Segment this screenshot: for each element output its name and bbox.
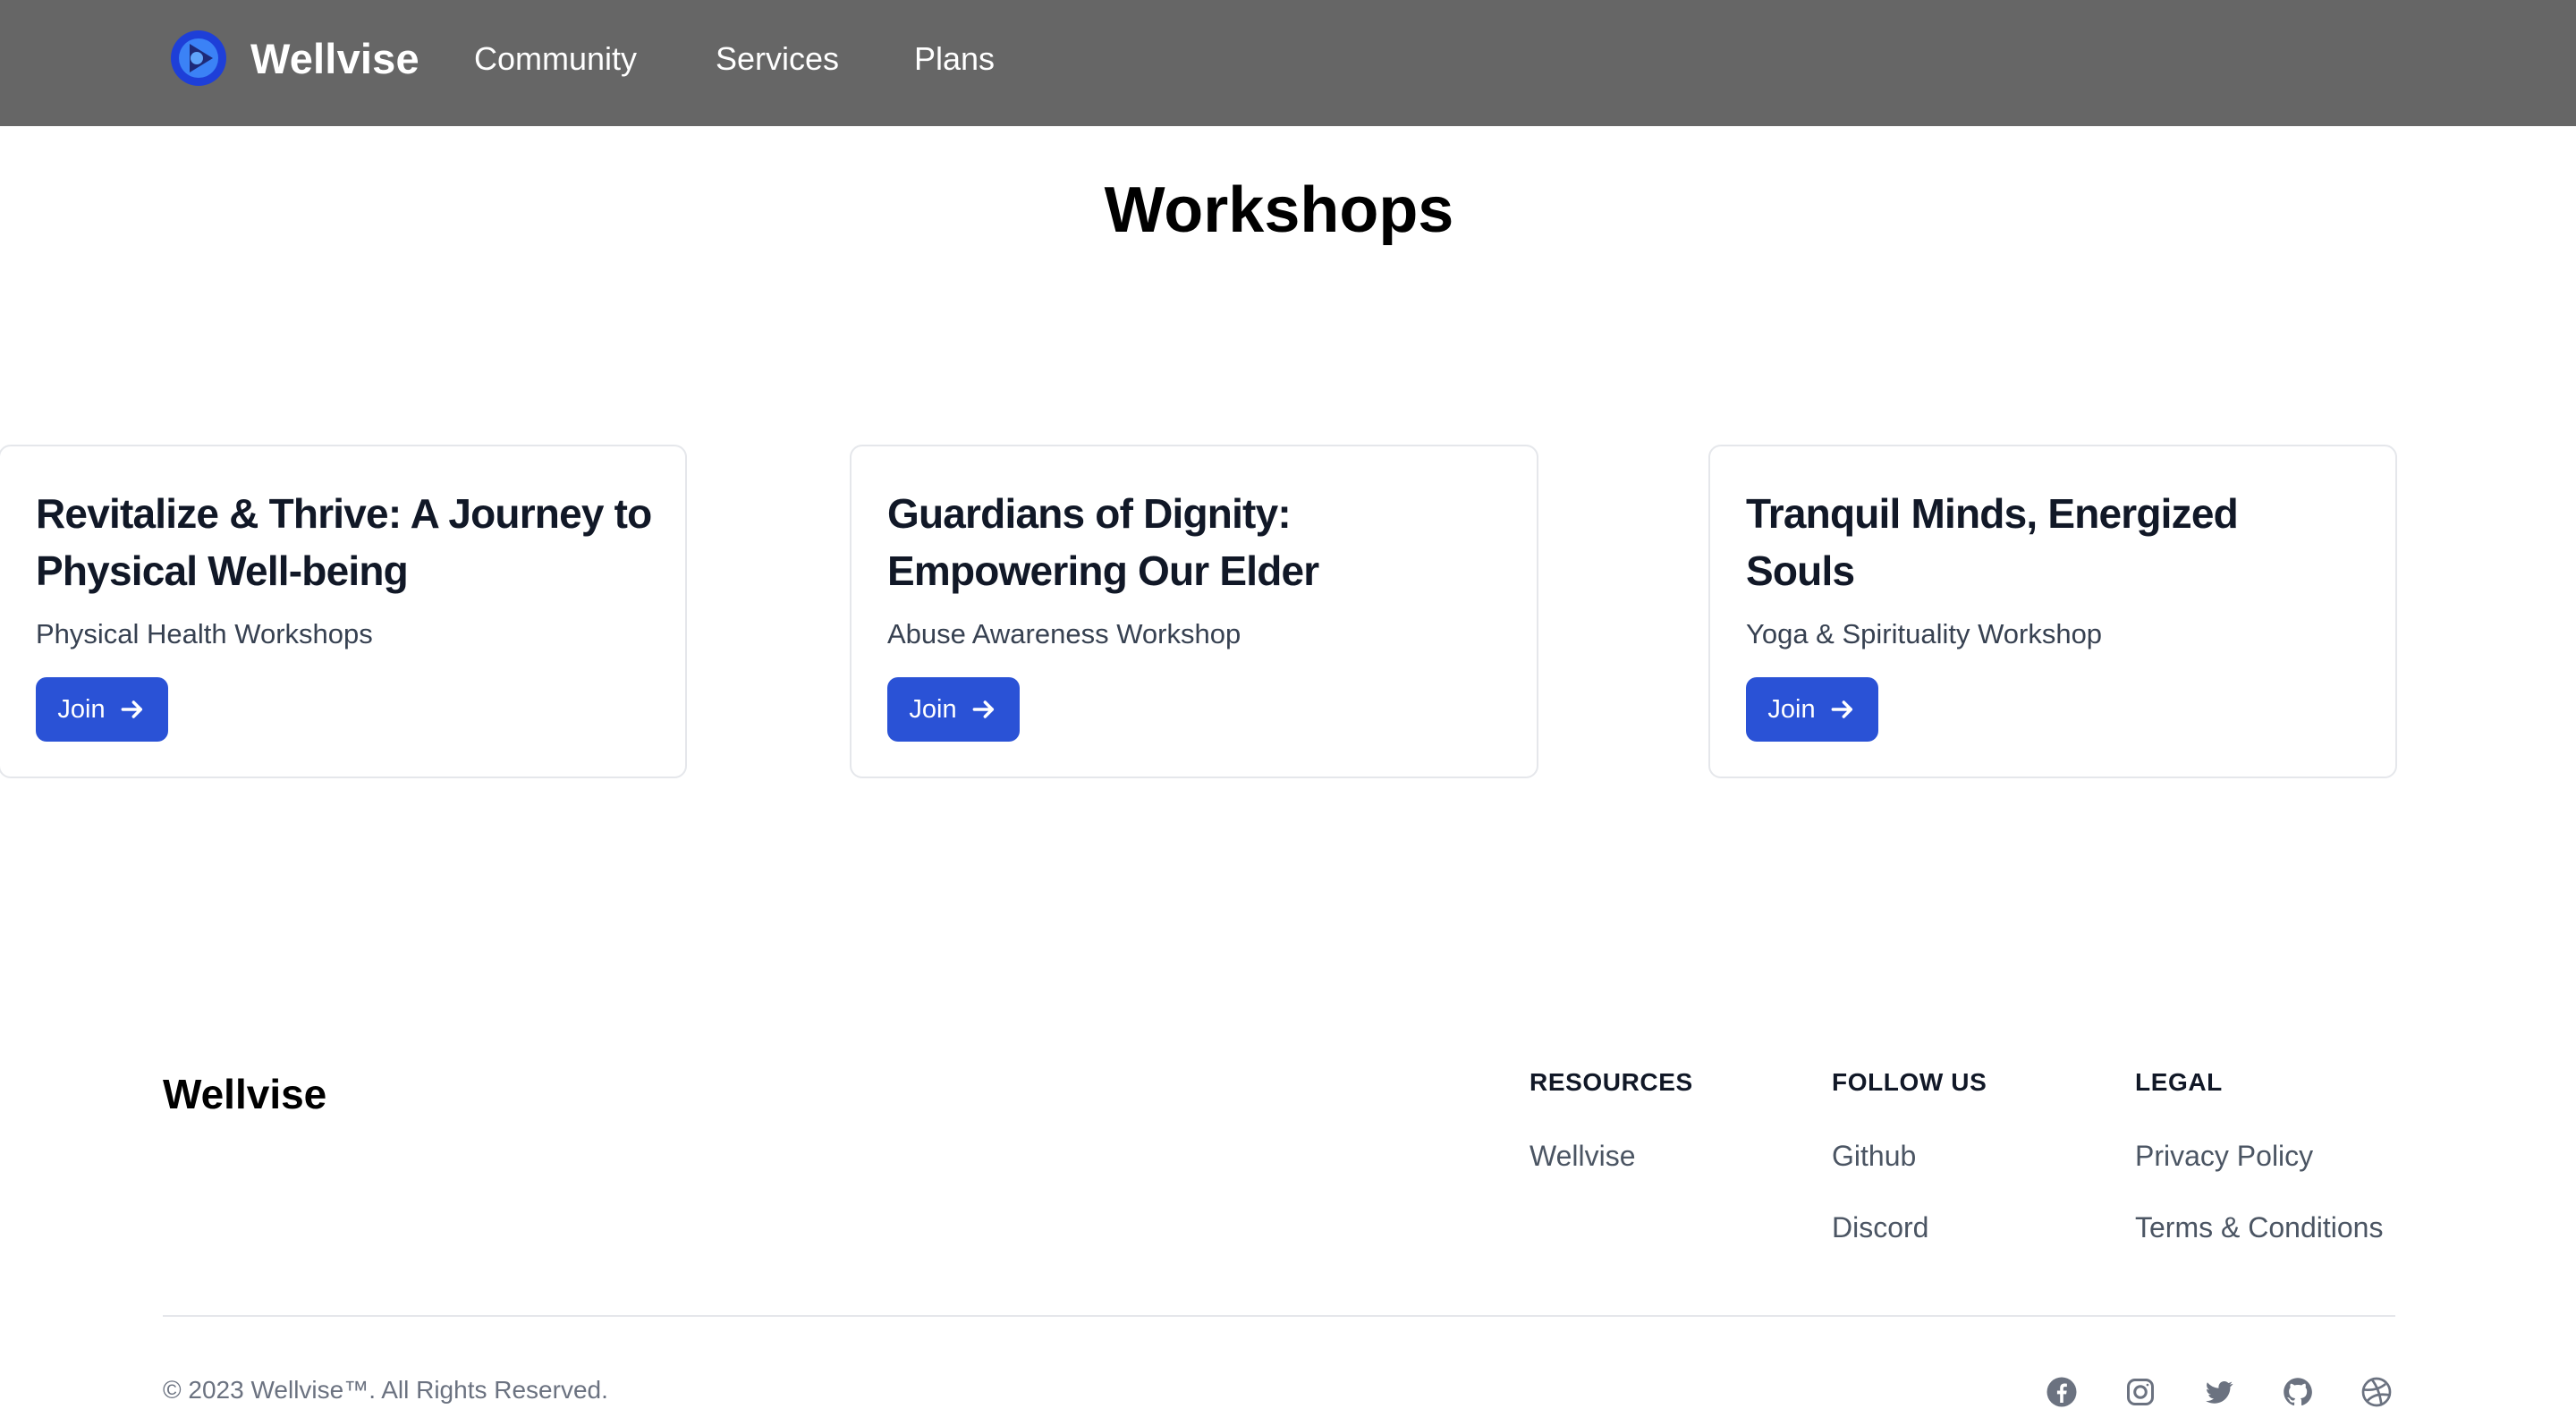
join-button-label: Join — [1767, 694, 1816, 724]
dribbble-icon[interactable] — [2360, 1376, 2393, 1408]
nav-link-plans[interactable]: Plans — [914, 40, 995, 78]
arrow-right-icon — [121, 700, 142, 718]
footer-heading: FOLLOW US — [1832, 1068, 1987, 1096]
arrow-right-icon — [972, 700, 994, 718]
workshop-card: Guardians of Dignity: Empowering Our Eld… — [850, 445, 1538, 778]
footer-heading: RESOURCES — [1530, 1068, 1693, 1096]
footer-column-follow-us: FOLLOW US Github Discord — [1832, 1068, 1987, 1281]
join-button-label: Join — [909, 694, 957, 724]
card-title: Tranquil Minds, Energized Souls — [1746, 490, 2239, 594]
footer-column-resources: RESOURCES Wellvise — [1530, 1068, 1693, 1210]
card-subtitle: Abuse Awareness Workshop — [887, 618, 1241, 649]
nav-link-community[interactable]: Community — [474, 40, 637, 78]
facebook-icon[interactable] — [2046, 1376, 2078, 1408]
footer-divider — [163, 1315, 2395, 1317]
footer-link-terms[interactable]: Terms & Conditions — [2135, 1210, 2383, 1281]
join-button[interactable]: Join — [36, 677, 168, 742]
arrow-right-icon — [1831, 700, 1852, 718]
footer-link-discord[interactable]: Discord — [1832, 1210, 1987, 1281]
instagram-icon[interactable] — [2124, 1376, 2157, 1408]
footer-column-legal: LEGAL Privacy Policy Terms & Conditions — [2135, 1068, 2383, 1281]
footer-link-wellvise[interactable]: Wellvise — [1530, 1138, 1693, 1210]
join-button-label: Join — [57, 694, 106, 724]
footer-brand: Wellvise — [163, 1071, 327, 1117]
twitter-icon[interactable] — [2203, 1376, 2235, 1408]
brand-link[interactable]: Wellvise — [170, 30, 419, 87]
copyright-text: © 2023 Wellvise™. All Rights Reserved. — [163, 1376, 608, 1404]
page: Wellvise Community Services Plans Worksh… — [0, 0, 2576, 1426]
card-subtitle: Yoga & Spirituality Workshop — [1746, 618, 2103, 649]
workshop-card: Tranquil Minds, Energized Souls Yoga & S… — [1708, 445, 2397, 778]
card-title: Guardians of Dignity: Empowering Our Eld… — [887, 490, 1319, 594]
footer-heading: LEGAL — [2135, 1068, 2223, 1096]
nav-link-services[interactable]: Services — [716, 40, 839, 78]
footer-link-github[interactable]: Github — [1832, 1138, 1987, 1210]
brand-logo-icon — [171, 30, 226, 86]
brand-name: Wellvise — [250, 34, 419, 82]
join-button[interactable]: Join — [887, 677, 1020, 742]
footer-link-privacy-policy[interactable]: Privacy Policy — [2135, 1138, 2383, 1210]
section-title: Workshops — [1104, 174, 1454, 246]
card-title: Revitalize & Thrive: A Journey to Physic… — [36, 490, 652, 594]
navbar: Wellvise Community Services Plans — [0, 0, 2576, 126]
join-button[interactable]: Join — [1746, 677, 1878, 742]
workshop-card: Revitalize & Thrive: A Journey to Physic… — [0, 445, 687, 778]
github-icon[interactable] — [2282, 1376, 2314, 1408]
card-subtitle: Physical Health Workshops — [36, 618, 373, 649]
